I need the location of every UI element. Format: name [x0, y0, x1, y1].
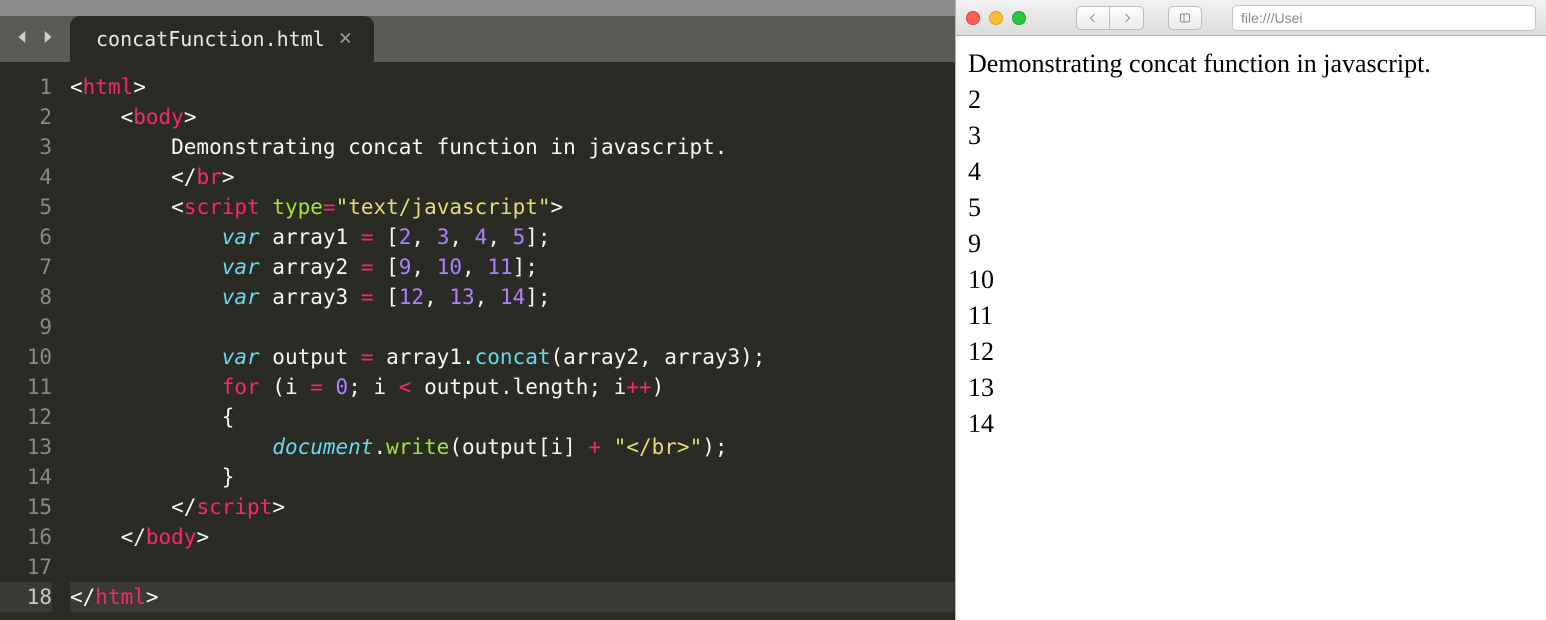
line-number-gutter: 123456789101112131415161718: [0, 62, 70, 620]
code-line[interactable]: </html>: [70, 582, 955, 612]
code-line[interactable]: document.write(output[i] + "</br>");: [70, 432, 955, 462]
editor-top-strip: [0, 0, 955, 16]
output-value: 9: [968, 226, 1534, 262]
line-number: 5: [0, 192, 52, 222]
window-zoom-icon[interactable]: [1012, 11, 1026, 25]
app-root: concatFunction.html × 123456789101112131…: [0, 0, 1546, 620]
line-number: 4: [0, 162, 52, 192]
editor-nav-back-icon[interactable]: [14, 26, 32, 52]
browser-pane: file:///Usei Demonstrating concat functi…: [955, 0, 1546, 620]
page-output-list: 234591011121314: [968, 82, 1534, 442]
code-line[interactable]: {: [70, 402, 955, 432]
line-number: 8: [0, 282, 52, 312]
browser-nav-group: [1076, 6, 1144, 30]
code-area[interactable]: 123456789101112131415161718 <html> <body…: [0, 62, 955, 620]
line-number: 12: [0, 402, 52, 432]
line-number: 2: [0, 102, 52, 132]
line-number: 15: [0, 492, 52, 522]
code-line[interactable]: </script>: [70, 492, 955, 522]
line-number: 18: [0, 582, 52, 612]
output-value: 10: [968, 262, 1534, 298]
line-number: 6: [0, 222, 52, 252]
code-line[interactable]: var array2 = [9, 10, 11];: [70, 252, 955, 282]
line-number: 3: [0, 132, 52, 162]
output-value: 3: [968, 118, 1534, 154]
line-number: 9: [0, 312, 52, 342]
output-value: 4: [968, 154, 1534, 190]
output-value: 5: [968, 190, 1534, 226]
output-value: 14: [968, 406, 1534, 442]
code-line[interactable]: [70, 312, 955, 342]
code-line[interactable]: [70, 552, 955, 582]
code-line[interactable]: <html>: [70, 72, 955, 102]
editor-tab-active[interactable]: concatFunction.html ×: [70, 16, 374, 62]
code-line[interactable]: }: [70, 462, 955, 492]
code-line[interactable]: var array1 = [2, 3, 4, 5];: [70, 222, 955, 252]
code-line[interactable]: for (i = 0; i < output.length; i++): [70, 372, 955, 402]
code-line[interactable]: <body>: [70, 102, 955, 132]
output-value: 2: [968, 82, 1534, 118]
window-traffic-lights: [966, 11, 1026, 25]
line-number: 17: [0, 552, 52, 582]
browser-toolbar: file:///Usei: [956, 0, 1546, 36]
code-content[interactable]: <html> <body> Demonstrating concat funct…: [70, 62, 955, 620]
code-line[interactable]: var array3 = [12, 13, 14];: [70, 282, 955, 312]
browser-address-bar[interactable]: file:///Usei: [1232, 5, 1536, 31]
editor-pane: concatFunction.html × 123456789101112131…: [0, 0, 955, 620]
output-value: 13: [968, 370, 1534, 406]
browser-back-button[interactable]: [1076, 6, 1110, 30]
window-close-icon[interactable]: [966, 11, 980, 25]
code-line[interactable]: var output = array1.concat(array2, array…: [70, 342, 955, 372]
code-line[interactable]: <script type="text/javascript">: [70, 192, 955, 222]
code-line[interactable]: Demonstrating concat function in javascr…: [70, 132, 955, 162]
line-number: 11: [0, 372, 52, 402]
output-value: 11: [968, 298, 1534, 334]
close-icon[interactable]: ×: [339, 28, 352, 50]
browser-forward-button[interactable]: [1110, 6, 1144, 30]
code-line[interactable]: </body>: [70, 522, 955, 552]
editor-tab-title: concatFunction.html: [96, 27, 325, 51]
window-minimize-icon[interactable]: [989, 11, 1003, 25]
output-value: 12: [968, 334, 1534, 370]
page-heading: Demonstrating concat function in javascr…: [968, 46, 1534, 82]
browser-viewport: Demonstrating concat function in javascr…: [956, 36, 1546, 620]
code-line[interactable]: </br>: [70, 162, 955, 192]
editor-nav-arrows: [0, 26, 70, 52]
editor-tabbar: concatFunction.html ×: [0, 16, 955, 62]
line-number: 16: [0, 522, 52, 552]
line-number: 1: [0, 72, 52, 102]
line-number: 7: [0, 252, 52, 282]
line-number: 14: [0, 462, 52, 492]
line-number: 10: [0, 342, 52, 372]
line-number: 13: [0, 432, 52, 462]
browser-sidebar-button[interactable]: [1168, 6, 1202, 30]
editor-nav-forward-icon[interactable]: [38, 26, 56, 52]
